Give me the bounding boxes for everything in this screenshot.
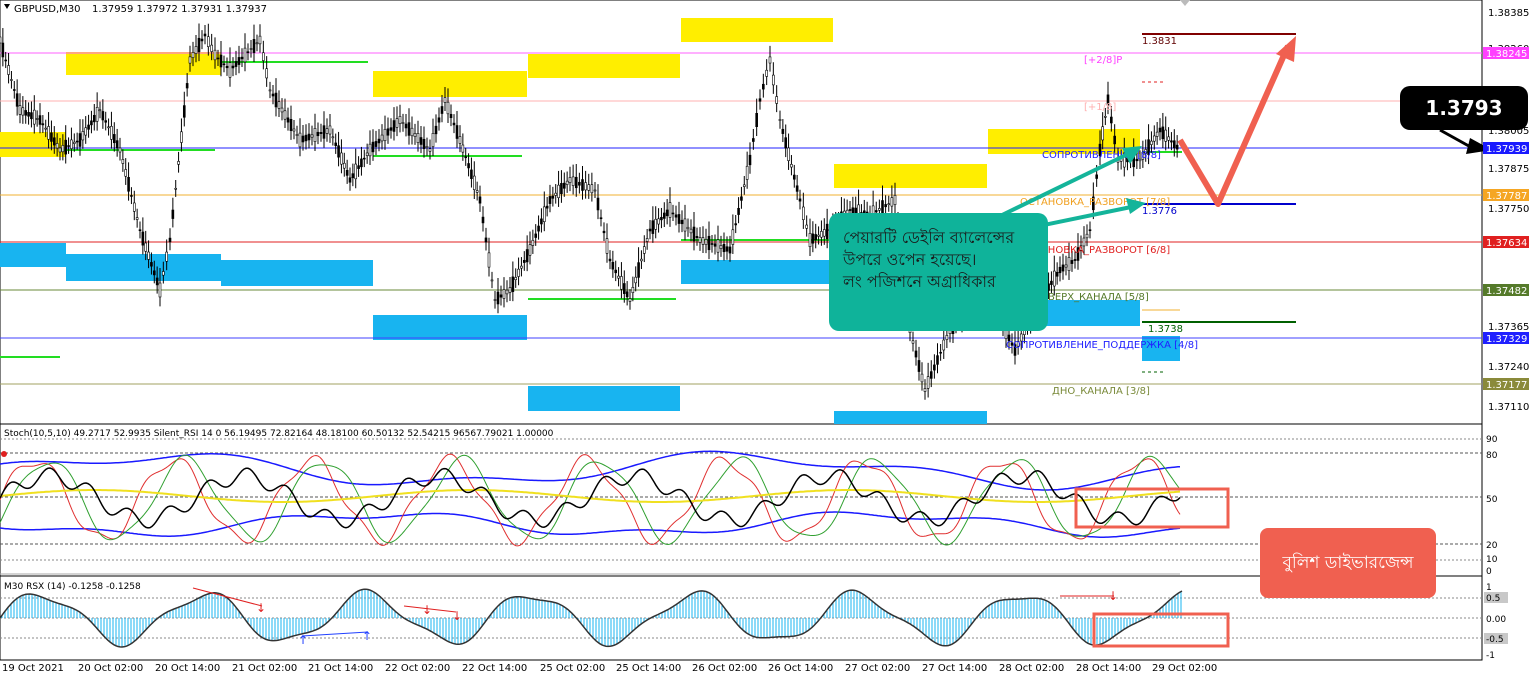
target-1-3831-label: 1.3831 [1142,36,1177,47]
sell-arrow-icon: ↓ [422,603,432,617]
buy-arrow-icon: ↑ [362,629,372,643]
time-tick: 27 Oct 02:00 [845,663,910,674]
price-tick: 1.38385 [1488,8,1529,19]
callout-line-1: পেয়ারটি ডেইলি ব্যালেন্সের [843,228,1015,247]
time-tick: 21 Oct 02:00 [232,663,297,674]
callout-line-3: লং পজিশনে অগ্রাধিকার [843,272,996,291]
time-axis[interactable]: 19 Oct 2021 20 Oct 02:00 20 Oct 14:00 21 Oc… [2,663,1217,674]
ohlc-values: 1.37959 1.37972 1.37931 1.37937 [92,4,267,15]
rsx-header-text: M30 RSX (14) -0.1258 -0.1258 [4,582,141,592]
price-level-tag-text: 1.37787 [1486,191,1527,202]
current-price-callout: 1.3793 [1400,86,1528,130]
price-tick: 1.37875 [1488,164,1529,175]
svg-text:0.5: 0.5 [1486,594,1500,604]
time-tick: 21 Oct 14:00 [308,663,373,674]
svg-text:0.00: 0.00 [1486,615,1506,625]
rsx-level-axis: 1 0.5 0.00 -0.5 -1 [1484,583,1508,661]
callout-line-2: উপরে ওপেন হয়েছে। [843,250,977,269]
price-tick: 1.37365 [1488,322,1529,333]
target-1-3738-label: 1.3738 [1148,324,1183,335]
time-tick: 29 Oct 02:00 [1152,663,1217,674]
rsx-header: M30 RSX (14) -0.1258 -0.1258 [4,582,141,592]
time-tick: 22 Oct 14:00 [462,663,527,674]
target-1-3776-label: 1.3776 [1142,206,1177,217]
svg-text:20: 20 [1486,541,1498,551]
price-level-tag-text: 1.37177 [1486,380,1527,391]
price-level-tag-text: 1.37939 [1486,144,1527,155]
svg-text:-1: -1 [1486,651,1495,661]
time-tick: 20 Oct 02:00 [78,663,143,674]
price-level-tag-text: 1.38245 [1486,49,1527,60]
level-8-8-label: СОПРОТИВЛЕНИЕ [8/8] [1042,150,1161,161]
stoch-header: Stoch(10,5,10) 49.2717 52.9935 Silent_RS… [4,429,554,439]
buy-arrow-icon: ↑ [298,633,308,647]
price-axis[interactable]: 1.38385 1.38260 1.38005 1.37875 1.37750 … [1488,8,1529,413]
svg-text:1: 1 [1486,583,1492,593]
analysis-callout: পেয়ারটি ডেইলি ব্যালেন্সের উপরে ওপেন হয়… [829,213,1048,331]
level-5-8-label: ВЕРХ_КАНАЛА [5/8] [1048,292,1149,303]
sell-arrow-icon: ↓ [452,609,462,623]
price-tick: 1.37240 [1488,362,1529,373]
price-tick: 1.37750 [1488,204,1529,215]
main-price-pane[interactable] [0,0,1483,425]
level-2-8-label: [+2/8]P [1084,55,1122,66]
sell-arrow-icon: ↓ [1108,589,1118,603]
level-4-8-label: СОПРОТИВЛЕНИЕ_ПОДДЕРЖКА [4/8] [1006,340,1198,351]
stoch-level-axis: 90 80 50 20 10 0 [1486,435,1498,577]
sell-arrow-icon: ↓ [256,601,266,615]
svg-text:0: 0 [1486,567,1492,577]
time-tick: 19 Oct 2021 [2,663,64,674]
level-1-8-label: [+1/8] [1084,102,1116,113]
svg-text:10: 10 [1486,555,1498,565]
time-tick: 26 Oct 02:00 [692,663,757,674]
time-tick: 27 Oct 14:00 [922,663,987,674]
symbol-title: GBPUSD,M30 [14,4,81,15]
level-3-8-label: ДНО_КАНАЛА [3/8] [1052,386,1150,397]
svg-text:90: 90 [1486,435,1498,445]
price-level-tag-text: 1.37482 [1486,286,1527,297]
time-tick: 28 Oct 14:00 [1076,663,1141,674]
stoch-header-text: Stoch(10,5,10) 49.2717 52.9935 Silent_RS… [4,429,554,439]
time-tick: 25 Oct 02:00 [540,663,605,674]
bullish-divergence-callout: বুলিশ ডাইভারজেন্স [1260,528,1436,598]
chart-header: GBPUSD,M30 1.37959 1.37972 1.37931 1.379… [4,4,267,15]
price-level-tag-text: 1.37634 [1486,238,1527,249]
time-tick: 20 Oct 14:00 [155,663,220,674]
time-tick: 26 Oct 14:00 [768,663,833,674]
svg-text:80: 80 [1486,451,1498,461]
time-tick: 28 Oct 02:00 [999,663,1064,674]
svg-text:-0.5: -0.5 [1486,635,1504,645]
svg-text:50: 50 [1486,495,1498,505]
price-tick: 1.37110 [1488,402,1529,413]
time-tick: 22 Oct 02:00 [385,663,450,674]
price-level-tag-text: 1.37329 [1486,334,1527,345]
time-tick: 25 Oct 14:00 [616,663,681,674]
